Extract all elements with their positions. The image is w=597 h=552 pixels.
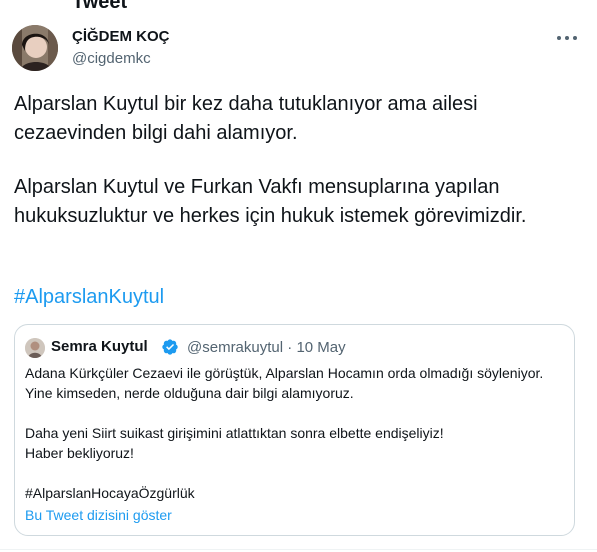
- verified-badge-icon: [162, 339, 178, 355]
- more-icon[interactable]: [555, 28, 579, 46]
- quoted-paragraph-3: Haber bekliyoruz!: [25, 445, 134, 461]
- author-name[interactable]: ÇİĞDEM KOÇ: [72, 28, 170, 45]
- tweet-paragraph-1: Alparslan Kuytul bir kez daha tutuklanıy…: [14, 93, 478, 144]
- quoted-author-name[interactable]: Semra Kuytul: [51, 338, 148, 355]
- quoted-hashtag: #AlparslanHocayaÖzgürlük: [25, 485, 195, 501]
- quoted-paragraph-2: Daha yeni Siirt suikast girişimini atlat…: [25, 425, 444, 441]
- quoted-author-handle[interactable]: @semrakuytul: [187, 339, 283, 356]
- header-title: Tweet: [72, 0, 128, 13]
- divider: [0, 549, 597, 550]
- more-dot: [557, 36, 561, 40]
- quoted-paragraph-1: Adana Kürkçüler Cezaevi ile görüştük, Al…: [25, 365, 544, 401]
- quoted-tweet-card[interactable]: Semra Kuytul @semrakuytul · 10 May Adana…: [14, 324, 575, 536]
- tweet-text: Alparslan Kuytul bir kez daha tutuklanıy…: [14, 90, 584, 231]
- author-avatar[interactable]: [12, 25, 58, 71]
- more-dot: [573, 36, 577, 40]
- quoted-tweet-text: Adana Kürkçüler Cezaevi ile görüştük, Al…: [25, 363, 565, 503]
- meta-separator: ·: [287, 339, 293, 356]
- quoted-author-avatar[interactable]: [25, 338, 45, 358]
- tweet-hashtag-link[interactable]: #AlparslanKuytul: [14, 286, 164, 309]
- tweet-paragraph-2: Alparslan Kuytul ve Furkan Vakfı mensupl…: [14, 176, 527, 227]
- show-thread-link[interactable]: Bu Tweet dizisini göster: [25, 507, 172, 523]
- author-handle[interactable]: @cigdemkc: [72, 50, 151, 67]
- more-dot: [565, 36, 569, 40]
- quoted-date[interactable]: 10 May: [296, 339, 345, 356]
- quoted-meta: @semrakuytul · 10 May: [187, 339, 346, 356]
